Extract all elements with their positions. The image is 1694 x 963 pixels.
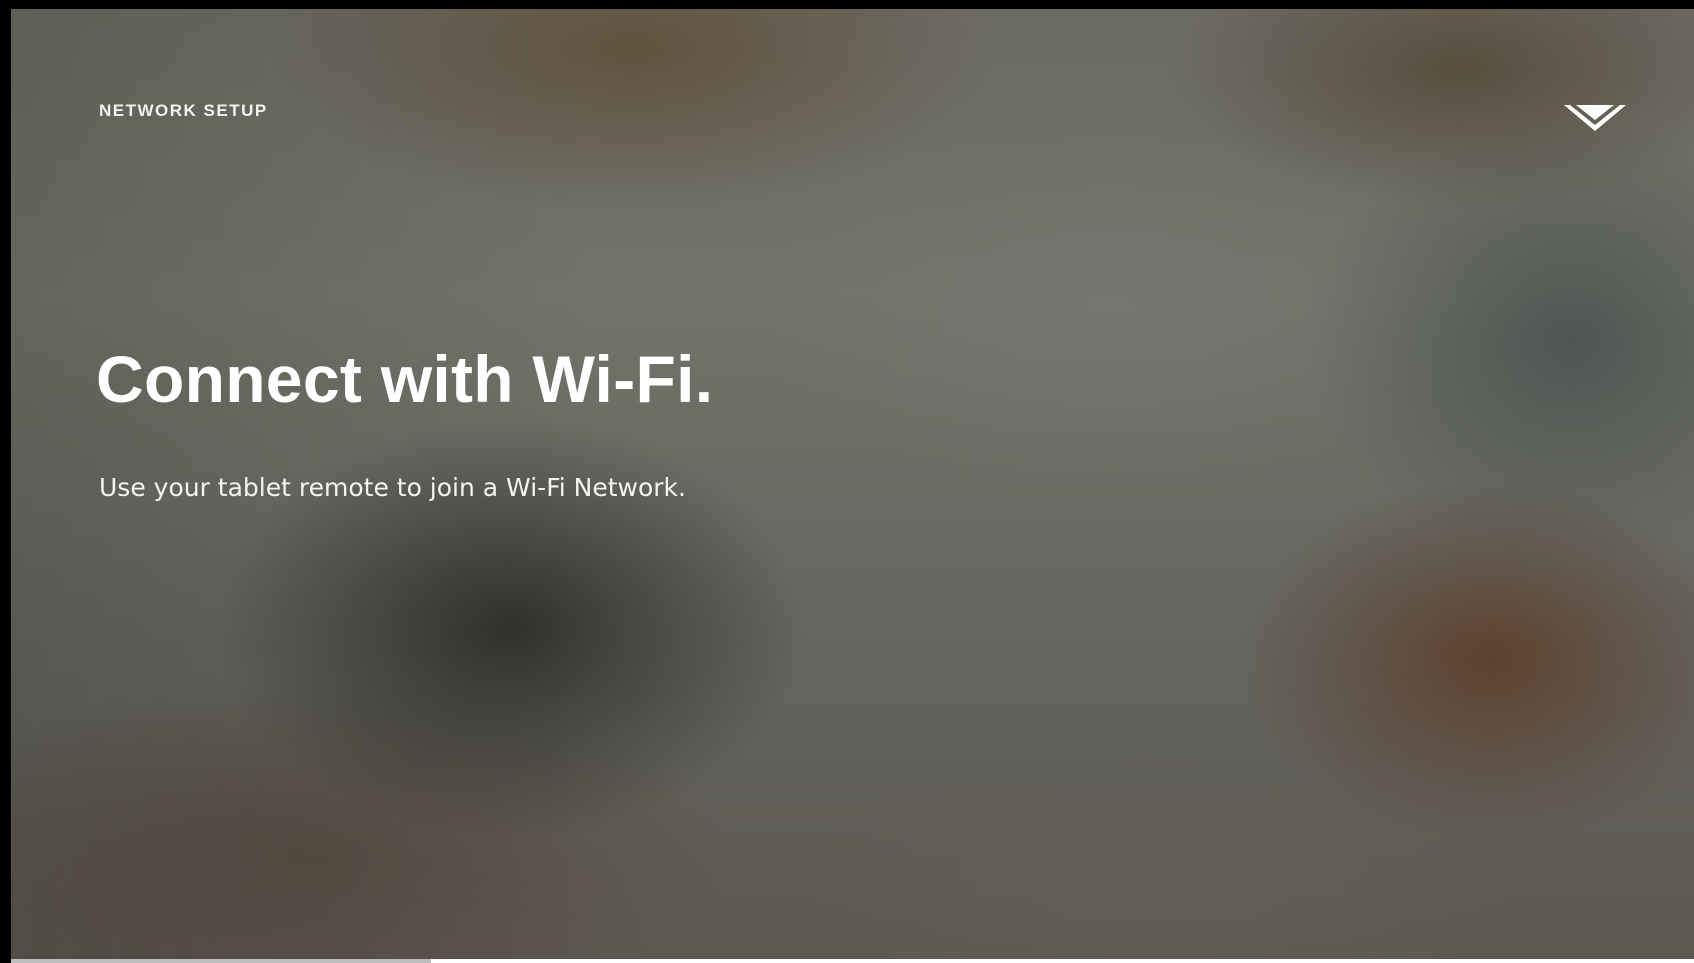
- tv-screen-frame: NETWORK SETUP Connect with Wi-Fi. Use yo…: [0, 0, 1694, 963]
- instruction-text: Use your tablet remote to join a Wi-Fi N…: [99, 473, 686, 502]
- vizio-v-chevron-icon: [1564, 105, 1626, 131]
- bottom-divider: [11, 959, 431, 963]
- network-setup-screen: NETWORK SETUP Connect with Wi-Fi. Use yo…: [11, 9, 1694, 959]
- section-label: NETWORK SETUP: [99, 101, 268, 120]
- page-title: Connect with Wi-Fi.: [96, 342, 714, 416]
